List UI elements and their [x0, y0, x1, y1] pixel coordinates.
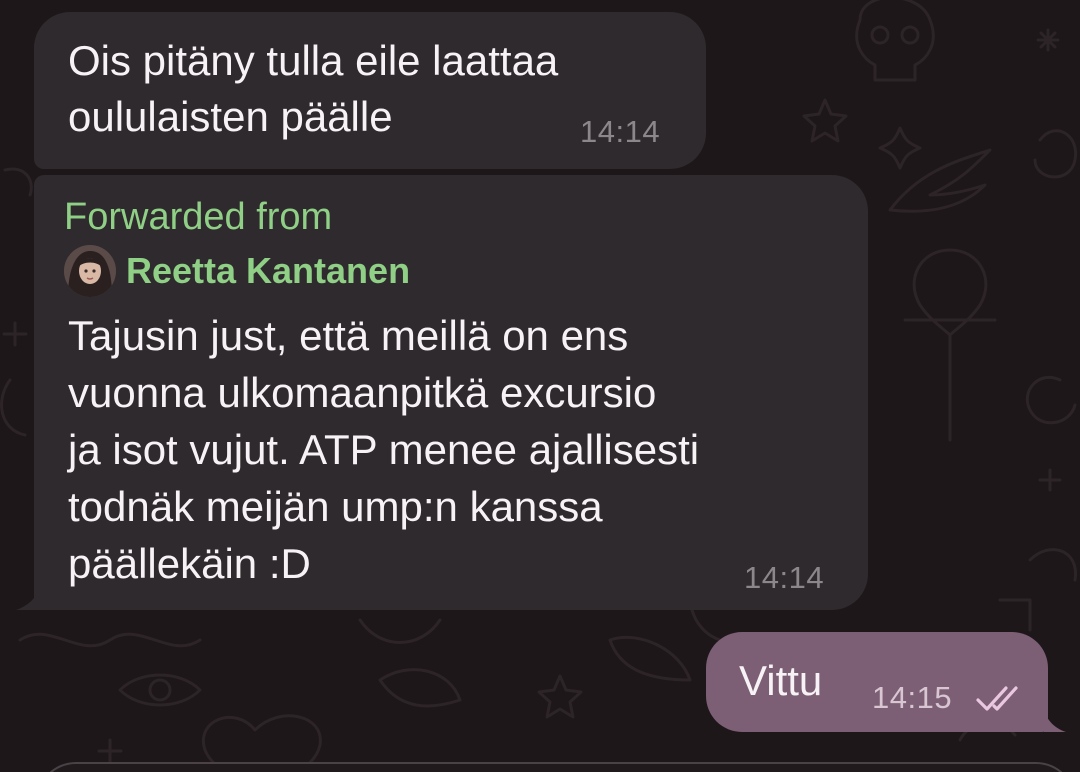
message-input-bar[interactable]	[36, 762, 1076, 772]
bubble-tail	[16, 588, 40, 610]
double-check-read-icon	[976, 686, 1018, 711]
message-bubble-outgoing[interactable]: Vittu 14:15	[706, 632, 1048, 732]
message-text-line: Ois pitäny tulla eile laattaa	[68, 37, 559, 84]
forwarded-from-label: Forwarded from	[64, 196, 333, 238]
message-timestamp: 14:14	[580, 114, 661, 149]
message-timestamp: 14:14	[744, 560, 825, 595]
message-text-line: oululaisten päälle	[68, 93, 393, 140]
message-bubble-incoming[interactable]: Ois pitäny tulla eile laattaa oululaiste…	[34, 12, 706, 169]
message-text-line: Vittu	[739, 657, 823, 704]
message-bubble-forwarded[interactable]: Forwarded from Reetta Kantanen Tajusin j…	[34, 175, 868, 610]
message-text-line: Tajusin just, että meillä on ens	[68, 312, 629, 359]
message-timestamp: 14:15	[872, 680, 953, 715]
message-text-line: vuonna ulkomaanpitkä excursio	[68, 369, 657, 416]
forwarded-sender-avatar[interactable]	[64, 245, 116, 297]
bubble-tail	[1044, 710, 1066, 732]
message-text-line: päällekäin :D	[68, 540, 311, 587]
forwarded-sender-name[interactable]: Reetta Kantanen	[126, 249, 410, 293]
message-text-line: todnäk meijän ump:n kanssa	[68, 483, 603, 530]
message-text-line: ja isot vujut. ATP menee ajallisesti	[68, 426, 700, 473]
